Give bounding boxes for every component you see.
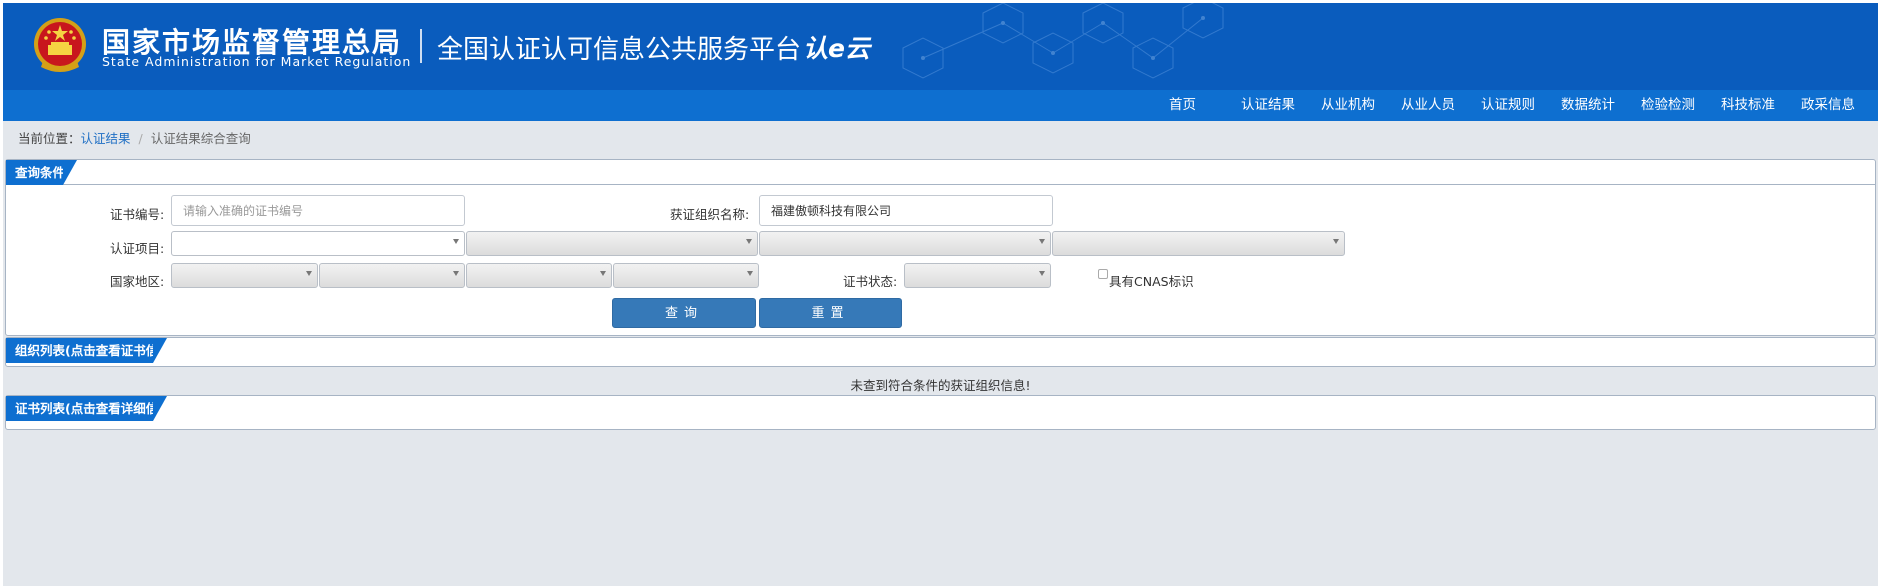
- org-name-label: 获证组织名称:: [670, 207, 750, 222]
- project-select-3[interactable]: [759, 231, 1051, 256]
- region-label: 国家地区:: [110, 274, 165, 289]
- cert-list-panel: 证书列表(点击查看详细信息): [5, 395, 1876, 430]
- region-select-3[interactable]: [466, 263, 612, 288]
- nav-item-standards[interactable]: 科技标准: [1708, 90, 1788, 121]
- nav-list: 首页 认证结果 从业机构 从业人员 认证规则 数据统计 检验检测 科技标准 政采…: [1156, 90, 1868, 121]
- nav-item-statistics[interactable]: 数据统计: [1548, 90, 1628, 121]
- project-select-2[interactable]: [466, 231, 758, 256]
- chevron-down-icon: [1039, 239, 1045, 244]
- chevron-down-icon: [746, 239, 752, 244]
- reset-button[interactable]: 重置: [759, 298, 902, 328]
- breadcrumb-current: 认证结果综合查询: [150, 131, 251, 146]
- nav-item-institutions[interactable]: 从业机构: [1308, 90, 1388, 121]
- chevron-down-icon: [453, 239, 459, 244]
- project-select-4[interactable]: [1052, 231, 1345, 256]
- nav-item-inspection[interactable]: 检验检测: [1628, 90, 1708, 121]
- cert-list-header: 证书列表(点击查看详细信息): [6, 396, 1875, 421]
- main-nav: 首页 认证结果 从业机构 从业人员 认证规则 数据统计 检验检测 科技标准 政采…: [3, 90, 1878, 121]
- national-emblem-icon: [34, 18, 86, 72]
- breadcrumb: 当前位置：认证结果 / 认证结果综合查询: [18, 128, 251, 147]
- region-select-1[interactable]: [171, 263, 318, 288]
- breadcrumb-separator: /: [138, 131, 143, 146]
- org-name-input[interactable]: [759, 195, 1053, 226]
- chevron-down-icon: [600, 271, 606, 276]
- cnas-checkbox[interactable]: [1098, 269, 1108, 279]
- region-select-4[interactable]: [613, 263, 759, 288]
- region-select-2[interactable]: [319, 263, 465, 288]
- nav-item-procurement[interactable]: 政采信息: [1788, 90, 1868, 121]
- query-panel-title: 查询条件: [6, 160, 77, 185]
- search-button[interactable]: 查询: [612, 298, 756, 328]
- chevron-down-icon: [453, 271, 459, 276]
- header-divider: [420, 29, 422, 63]
- chevron-down-icon: [306, 271, 312, 276]
- project-label: 认证项目:: [110, 241, 165, 256]
- chevron-down-icon: [1333, 239, 1339, 244]
- status-select[interactable]: [904, 263, 1051, 288]
- site-header: 国家市场监督管理总局 State Administration for Mark…: [3, 3, 1878, 90]
- cnas-label: 具有CNAS标识: [1109, 274, 1194, 289]
- cert-no-input[interactable]: [171, 195, 465, 226]
- nav-item-rules[interactable]: 认证规则: [1468, 90, 1548, 121]
- breadcrumb-link-cert-results[interactable]: 认证结果: [81, 131, 131, 146]
- org-list-empty-message: 未查到符合条件的获证组织信息!: [850, 378, 1031, 393]
- cert-list-title: 证书列表(点击查看详细信息): [6, 396, 176, 421]
- org-list-header: 组织列表(点击查看证书信息): [6, 338, 1875, 363]
- renyun-logo: 认e云: [803, 34, 870, 63]
- breadcrumb-prefix: 当前位置：: [18, 131, 81, 146]
- nav-item-personnel[interactable]: 从业人员: [1388, 90, 1468, 121]
- page: 国家市场监督管理总局 State Administration for Mark…: [3, 3, 1878, 586]
- chevron-down-icon: [1039, 271, 1045, 276]
- project-select-1[interactable]: [171, 231, 465, 256]
- nav-item-cert-results[interactable]: 认证结果: [1228, 90, 1308, 121]
- agency-name-en: State Administration for Market Regulati…: [102, 54, 412, 69]
- platform-title: 全国认证认可信息公共服务平台: [437, 35, 802, 65]
- query-panel-header: 查询条件: [6, 160, 1875, 185]
- status-label: 证书状态:: [843, 274, 898, 289]
- chevron-down-icon: [747, 271, 753, 276]
- org-list-panel: 组织列表(点击查看证书信息): [5, 337, 1876, 367]
- nav-item-home[interactable]: 首页: [1156, 90, 1228, 121]
- org-list-title: 组织列表(点击查看证书信息): [6, 338, 176, 363]
- cert-no-label: 证书编号:: [110, 207, 165, 222]
- query-panel: 查询条件 证书编号: 获证组织名称: 认证项目: 国家地区: 证书状态: 具有C…: [5, 159, 1876, 336]
